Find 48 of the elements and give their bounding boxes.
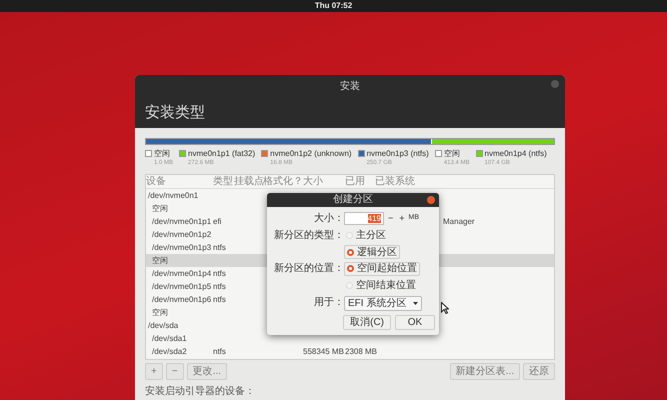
table-cell: Manager — [443, 217, 475, 226]
device-cell: /dev/nvme0n1p5 — [152, 282, 212, 291]
device-cell: /dev/nvme0n1p2 — [152, 230, 212, 239]
window-title: 安装 — [340, 81, 360, 92]
device-cell: /dev/sda — [148, 321, 178, 330]
boot-loader-label: 安装启动引导器的设备： — [145, 384, 255, 399]
device-cell: 空闲 — [152, 308, 168, 317]
radio-label: 逻辑分区 — [357, 246, 397, 260]
column-header: 大小 — [303, 175, 324, 188]
legend-label: nvme0n1p2 (unknown) — [270, 148, 352, 159]
device-cell: /dev/sda2 — [152, 347, 187, 356]
device-cell: /dev/nvme0n1 — [148, 191, 198, 200]
legend-label: nvme0n1p3 (ntfs) — [366, 148, 429, 159]
device-cell: 空闲 — [152, 256, 168, 265]
field-label: 新分区的位置： — [274, 263, 344, 274]
table-cell: ntfs — [213, 347, 226, 356]
legend-label: nvme0n1p1 (fat32) — [188, 148, 256, 159]
device-cell: 空闲 — [152, 204, 168, 213]
page-heading: 安装类型 — [145, 103, 205, 123]
radio-label: 空间起始位置 — [357, 262, 417, 276]
table-cell: ntfs — [213, 269, 226, 278]
legend-label: 空闲 — [154, 148, 171, 159]
dialog-title: 创建分区 — [333, 194, 373, 205]
table-cell: efi — [213, 217, 222, 226]
table-cell: 2308 MB — [345, 347, 378, 356]
device-cell: /dev/sda1 — [152, 334, 187, 343]
table-cell: ntfs — [213, 295, 226, 304]
device-cell: /dev/nvme0n1p6 — [152, 295, 212, 304]
field-label: 大小： — [314, 213, 344, 224]
column-header: 挂载点 — [234, 175, 263, 188]
table-cell: ntfs — [213, 243, 226, 252]
device-cell: /dev/nvme0n1p3 — [152, 243, 212, 252]
radio-label: 主分区 — [356, 228, 386, 243]
legend-label: nvme0n1p4 (ntfs) — [484, 148, 547, 159]
field-label: 新分区的类型： — [274, 230, 344, 241]
column-header: 格式化？ — [263, 175, 303, 188]
clock: Thu 07:52 — [314, 0, 352, 12]
legend-label: 空闲 — [444, 148, 461, 159]
device-cell: /dev/nvme0n1p4 — [152, 269, 212, 278]
column-header: 已装系统 — [375, 175, 416, 188]
table-cell: 558345 MB — [303, 347, 344, 356]
column-header: 已用 — [345, 175, 366, 188]
table-cell: ntfs — [213, 282, 226, 291]
field-label: 用于： — [314, 297, 344, 308]
radio-label: 空间结束位置 — [356, 278, 416, 292]
column-header: 设备 — [146, 175, 167, 188]
device-cell: /dev/nvme0n1p1 — [152, 217, 212, 226]
column-header: 类型 — [213, 175, 234, 188]
